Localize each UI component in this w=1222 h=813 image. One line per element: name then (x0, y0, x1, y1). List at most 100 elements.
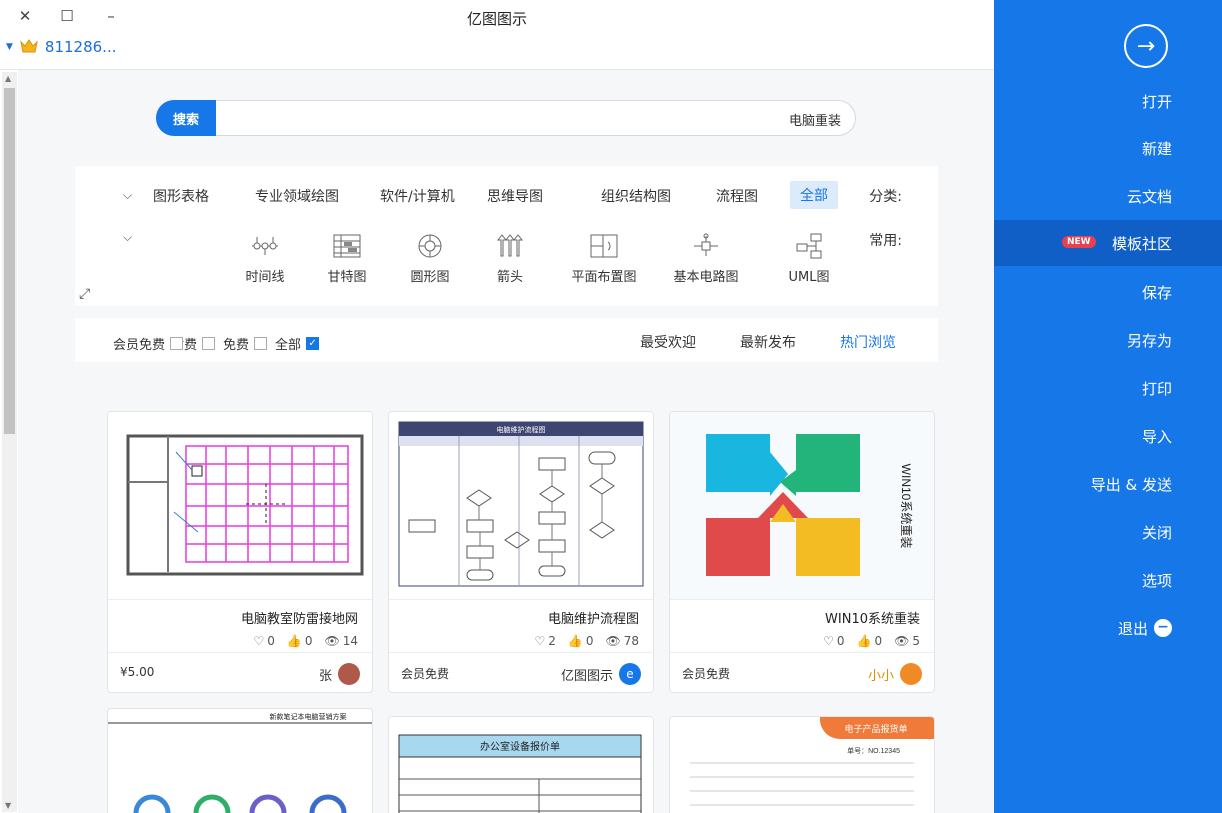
card-stats: ♡ 0 👍 0 👁 5 (823, 634, 920, 648)
thumbnail-title: 办公室设备报价单 (480, 740, 560, 753)
sidebar-item-cloud[interactable]: 云文档 (994, 173, 1222, 219)
common-floorplan[interactable]: 平面布置图 (559, 232, 649, 285)
checkbox[interactable] (202, 337, 216, 350)
common-item-label: 箭头 (496, 270, 523, 285)
scroll-up-icon[interactable]: ▲ (5, 74, 11, 83)
template-card[interactable]: 电脑维护流程图 电脑维护流程图 ♡ 2 👍 0 👁 78 亿图图示 e 会员免费 (388, 411, 654, 693)
filter-member-free[interactable]: 会员免费 (113, 334, 184, 353)
card-author[interactable]: 小小 (868, 663, 922, 685)
uml-icon (796, 233, 822, 259)
template-thumbnail: 电脑维护流程图 (389, 412, 653, 600)
category-graphics-table[interactable]: 图形表格 (153, 186, 209, 206)
heart-icon: ♡ (534, 634, 546, 648)
comment-stat: ♡ 0 (253, 634, 274, 648)
user-name: 811286... (44, 38, 117, 56)
template-card[interactable]: 新款笔记本电脑营销方案 (107, 708, 373, 813)
common-item-label: UML图 (788, 270, 830, 285)
template-thumbnail: WIN10系统重装 (670, 412, 934, 600)
avatar (900, 663, 922, 685)
checkbox[interactable] (170, 337, 184, 350)
sidebar-item-import[interactable]: 导入 (994, 413, 1222, 459)
category-all[interactable]: 全部 (790, 181, 838, 209)
new-badge: NEW (1062, 236, 1096, 248)
like-count: 0 (874, 634, 883, 648)
scrollbar[interactable]: ▲ ▼ (2, 72, 17, 812)
common-arrow[interactable]: 箭头 (465, 232, 555, 285)
filter-label: 会员免费 (113, 338, 166, 353)
common-circuit[interactable]: 基本电路图 (661, 232, 751, 285)
category-label: 分类: (869, 189, 902, 205)
like-count: 0 (585, 634, 594, 648)
tab-popular[interactable]: 最受欢迎 (640, 332, 696, 352)
template-card[interactable]: 电脑教室防雷接地网 ♡ 0 👍 0 👁 14 张 ¥5.00 (107, 411, 373, 693)
comment-count: 2 (548, 634, 556, 648)
user-account[interactable]: ▼ 811286... (6, 38, 117, 56)
expand-icon[interactable]: ⤢ (79, 286, 90, 302)
common-item-label: 时间线 (245, 270, 285, 285)
common-item-label: 平面布置图 (571, 270, 637, 285)
floorplan-icon (590, 234, 618, 258)
common-gantt[interactable]: 甘特图 (302, 232, 392, 285)
sidebar-item-label: 选项 (1141, 571, 1172, 590)
card-author[interactable]: 张 (319, 663, 360, 685)
back-arrow-icon[interactable]: → (1124, 24, 1168, 68)
category-software[interactable]: 软件/计算机 (380, 186, 455, 206)
tab-latest[interactable]: 最新发布 (740, 332, 796, 352)
sidebar-item-export[interactable]: 导出 & 发送 (994, 461, 1222, 507)
category-flowchart[interactable]: 流程图 (716, 186, 758, 206)
common-item-label: 圆形图 (410, 270, 450, 285)
common-uml[interactable]: UML图 (764, 232, 854, 285)
app-title: 亿图图示 (466, 10, 527, 28)
card-stats: ♡ 2 👍 0 👁 78 (534, 634, 639, 648)
search-input[interactable]: 电脑重装 (789, 110, 841, 129)
sidebar-item-print[interactable]: 打印 (994, 365, 1222, 411)
view-stat: 👁 78 (605, 634, 639, 648)
scroll-thumb[interactable] (4, 88, 15, 434)
like-count: 0 (304, 634, 313, 648)
thumbnail-title: WIN10系统重装 (899, 464, 913, 549)
dropdown-caret-icon[interactable]: ▼ (6, 42, 13, 52)
search-button[interactable]: 搜索 (156, 100, 216, 136)
sidebar-item-close[interactable]: 关闭 (994, 509, 1222, 555)
common-timeline[interactable]: 时间线 (220, 232, 310, 285)
sidebar-item-save-as[interactable]: 另存为 (994, 317, 1222, 363)
sidebar-item-exit[interactable]: 退出 − (994, 605, 1222, 651)
common-circle[interactable]: 圆形图 (385, 232, 475, 285)
eye-icon: 👁 (324, 634, 340, 648)
vip-crown-icon (20, 39, 38, 53)
card-title: 电脑维护流程图 (547, 612, 639, 627)
sidebar-item-template-community[interactable]: NEW 模板社区 (994, 220, 1222, 266)
template-card[interactable]: 电子产品报货单 单号：NO.12345 (669, 716, 935, 813)
chevron-down-icon[interactable]: ⌵ (123, 230, 132, 245)
filter-free[interactable]: 免费 (223, 334, 268, 353)
view-count: 14 (342, 634, 358, 648)
card-author[interactable]: 亿图图示 e (561, 663, 641, 685)
category-mind-map[interactable]: 思维导图 (487, 186, 543, 206)
scroll-down-icon[interactable]: ▼ (5, 801, 11, 810)
view-stat: 👁 5 (894, 634, 920, 648)
heart-icon: ♡ (253, 634, 265, 648)
checkbox-checked[interactable]: ✓ (306, 337, 320, 350)
arrow-icon (496, 234, 524, 257)
filter-all[interactable]: 全部 ✓ (275, 334, 320, 353)
template-card[interactable]: WIN10系统重装 WIN10系统重装 ♡ 0 👍 0 👁 5 小小 会员免费 (669, 411, 935, 693)
category-professional[interactable]: 专业领域绘图 (255, 186, 339, 206)
sidebar-item-new[interactable]: 新建 (994, 125, 1222, 171)
quote-sheet-thumbnail: 办公室设备报价单 (389, 717, 653, 813)
checkbox[interactable] (254, 337, 268, 350)
tab-hot[interactable]: 热门浏览 (840, 332, 896, 352)
author-name: 小小 (867, 668, 894, 684)
sidebar-item-label: 关闭 (1141, 523, 1172, 542)
heart-icon: ♡ (823, 634, 834, 648)
sidebar-item-save[interactable]: 保存 (994, 269, 1222, 315)
product-sheet-thumbnail: 电子产品报货单 单号：NO.12345 (670, 717, 934, 813)
category-org-chart[interactable]: 组织结构图 (601, 186, 671, 206)
template-card[interactable]: 办公室设备报价单 (388, 716, 654, 813)
sidebar-item-label: 新建 (1141, 139, 1172, 158)
card-stats: ♡ 0 👍 0 👁 14 (253, 634, 358, 648)
sidebar-item-open[interactable]: 打开 (994, 78, 1222, 124)
sidebar-item-options[interactable]: 选项 (994, 557, 1222, 603)
chevron-down-icon[interactable]: ⌵ (123, 188, 132, 203)
floorplan-thumbnail (108, 412, 372, 599)
eye-icon: 👁 (605, 634, 621, 648)
